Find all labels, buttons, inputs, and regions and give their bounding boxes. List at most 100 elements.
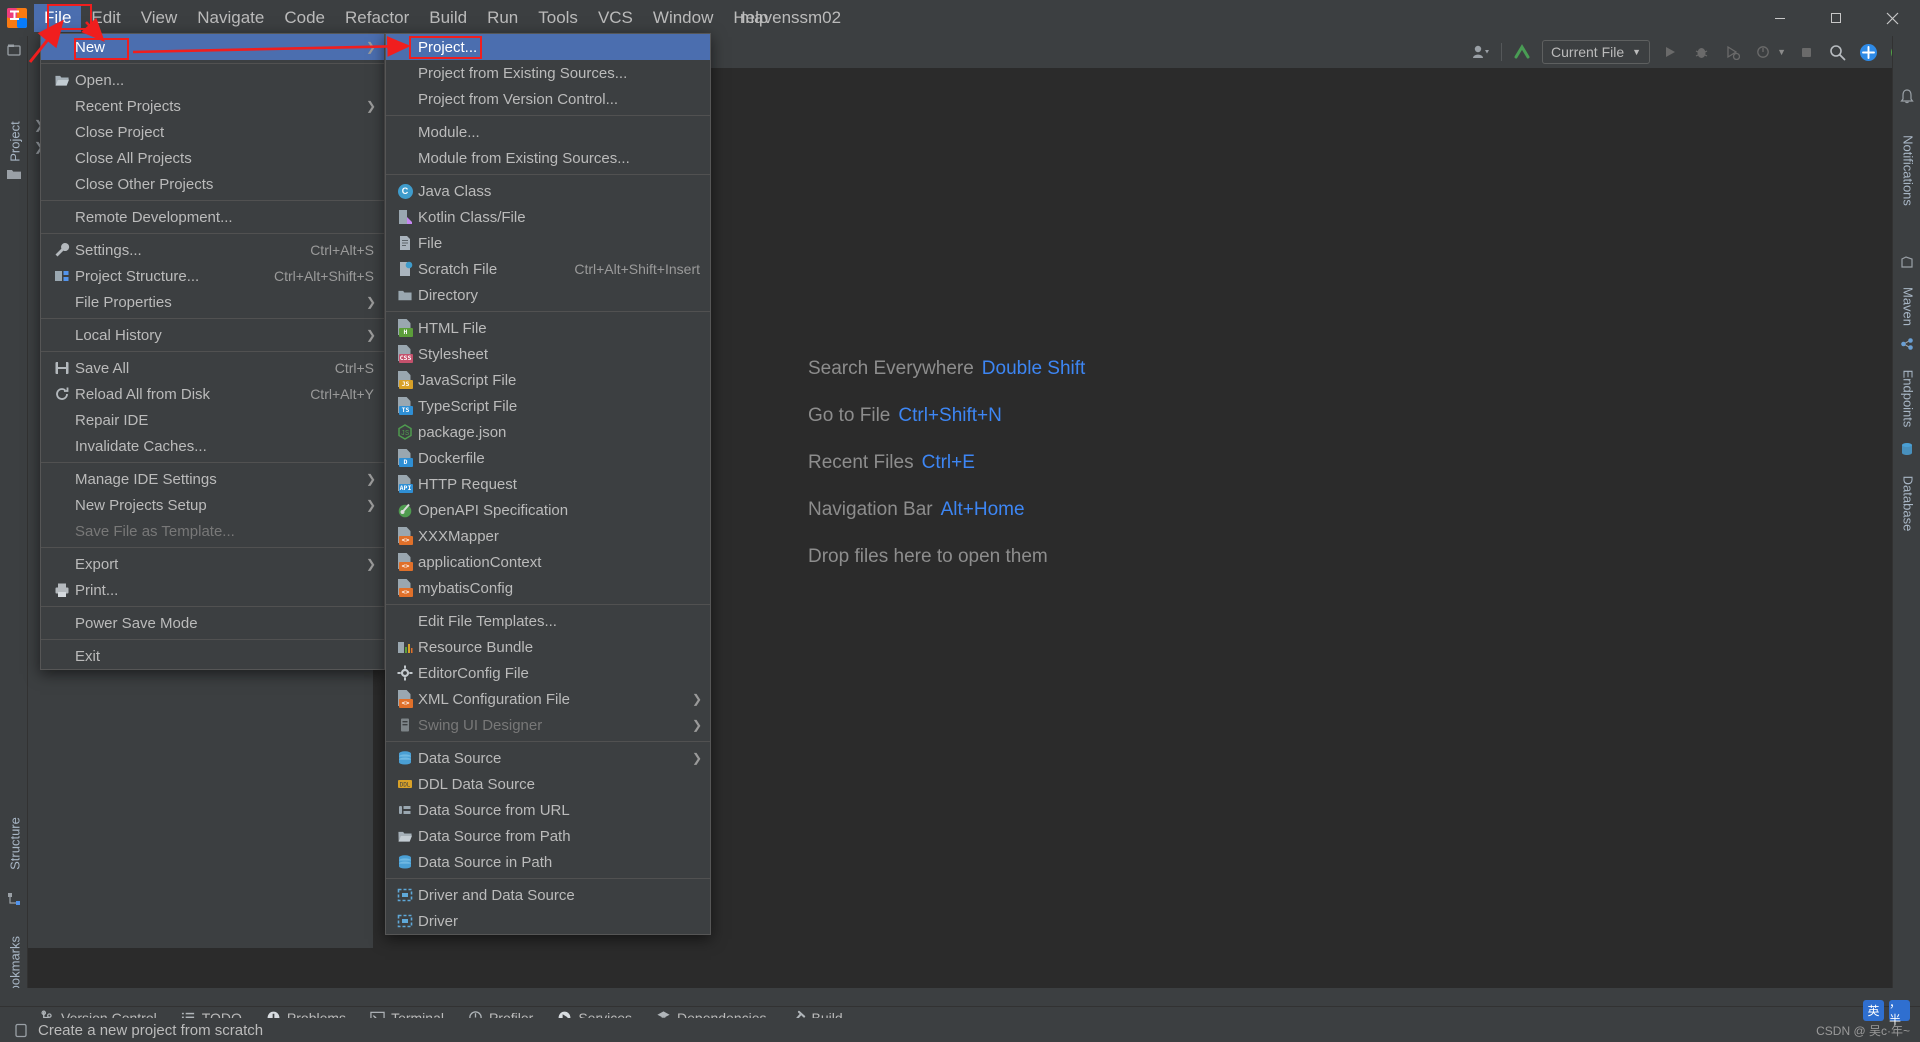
profiler-chevron-down-icon[interactable]: ▼ [1777,47,1786,57]
menubar-item-window[interactable]: Window [643,4,723,32]
run-configuration-selector[interactable]: Current File ▼ [1542,40,1651,64]
new-submenu-item-project-from-existing-sources[interactable]: Project from Existing Sources... [386,60,710,86]
new-submenu-item-dockerfile[interactable]: D Dockerfile [386,445,710,471]
file-menu-item-print[interactable]: Print... [41,577,384,603]
file-menu-item-export[interactable]: Export ❯ [41,551,384,577]
notifications-icon[interactable] [1899,88,1915,104]
window-controls[interactable] [1752,0,1920,36]
new-submenu-item-data-source[interactable]: Data Source ❯ [386,745,710,771]
new-submenu-item-mybatisconfig[interactable]: <> mybatisConfig [386,575,710,601]
new-submenu-item-kotlin-class-file[interactable]: Kotlin Class/File [386,204,710,230]
new-submenu-item-module-from-existing-sources[interactable]: Module from Existing Sources... [386,145,710,171]
menubar-item-file[interactable]: File [34,4,82,32]
file-menu-item-manage-ide-settings[interactable]: Manage IDE Settings ❯ [41,466,384,492]
file-menu-label: Power Save Mode [75,614,198,632]
menubar-item-view[interactable]: View [131,4,188,32]
structure-tool-icon[interactable] [6,891,22,907]
file-menu-item-open[interactable]: Open... [41,67,384,93]
new-submenu-item-module[interactable]: Module... [386,119,710,145]
menubar-item-vcs[interactable]: VCS [588,4,643,32]
editor-hint-row: Search Everywhere Double Shift [808,358,1085,380]
menubar-item-code[interactable]: Code [274,4,335,32]
new-submenu-item-data-source-from-url[interactable]: Data Source from URL [386,797,710,823]
new-submenu-item-http-request[interactable]: API HTTP Request [386,471,710,497]
new-submenu-label: Kotlin Class/File [418,208,526,226]
toolbar-right-group[interactable]: Current File ▼ ▼ [1470,36,1910,68]
new-submenu-item-data-source-in-path[interactable]: Data Source in Path [386,849,710,875]
new-submenu-item-ddl-data-source[interactable]: DDL DDL Data Source [386,771,710,797]
new-submenu-item-editorconfig-file[interactable]: EditorConfig File [386,660,710,686]
right-rail-label-endpoints[interactable]: Endpoints [1901,354,1916,444]
new-submenu-item-html-file[interactable]: H HTML File [386,315,710,341]
new-submenu-popup[interactable]: Project... Project from Existing Sources.… [385,33,711,935]
file-menu-item-reload-all-from-disk[interactable]: Reload All from Disk Ctrl+Alt+Y [41,381,384,407]
file-menu-item-exit[interactable]: Exit [41,643,384,669]
new-submenu-item-applicationcontext[interactable]: <> applicationContext [386,549,710,575]
new-submenu-item-file[interactable]: File [386,230,710,256]
new-submenu-item-data-source-from-path[interactable]: Data Source from Path [386,823,710,849]
file-menu-popup[interactable]: New ❯ Open... Recent Projects ❯ Close Project… [40,33,385,670]
file-menu-item-repair-ide[interactable]: Repair IDE [41,407,384,433]
ime-language-badge[interactable]: 英 [1863,1000,1884,1021]
profiler-icon[interactable] [1752,41,1774,63]
menu-bar[interactable]: File Edit View Navigate Code Refactor Build Run… [34,0,778,36]
right-rail-label-database[interactable]: Database [1901,459,1916,549]
new-submenu-item-xml-configuration-file[interactable]: <> XML Configuration File ❯ [386,686,710,712]
debug-icon[interactable] [1690,41,1712,63]
run-icon[interactable] [1659,41,1681,63]
left-rail-label-structure[interactable]: Structure [8,799,23,889]
menubar-item-run[interactable]: Run [477,4,528,32]
right-tool-rail[interactable]: Notifications Maven Endpoints Database [1892,36,1920,1006]
menubar-item-navigate[interactable]: Navigate [187,4,274,32]
close-button[interactable] [1864,0,1920,36]
user-account-icon[interactable] [1470,41,1492,63]
new-submenu-item-edit-file-templates[interactable]: Edit File Templates... [386,608,710,634]
new-submenu-item-resource-bundle[interactable]: Resource Bundle [386,634,710,660]
file-menu-item-close-all-projects[interactable]: Close All Projects [41,145,384,171]
new-submenu-item-project[interactable]: Project... [386,34,710,60]
ime-widget[interactable]: 英 ，半 [1863,996,1910,1027]
right-rail-label-notifications[interactable]: Notifications [1901,126,1916,216]
new-submenu-item-scratch-file[interactable]: Scratch File Ctrl+Alt+Shift+Insert [386,256,710,282]
new-submenu-label: applicationContext [418,553,542,571]
menubar-item-refactor[interactable]: Refactor [335,4,419,32]
ime-mode-badge[interactable]: ，半 [1889,996,1910,1027]
file-menu-item-new[interactable]: New ❯ [41,34,384,60]
ai-assistant-icon[interactable] [1857,41,1879,63]
stop-icon[interactable] [1795,41,1817,63]
left-tool-rail[interactable]: Project Structure Bookmarks [0,36,28,1006]
file-menu-item-invalidate-caches[interactable]: Invalidate Caches... [41,433,384,459]
menubar-item-tools[interactable]: Tools [528,4,588,32]
new-submenu-item-xxxmapper[interactable]: <> XXXMapper [386,523,710,549]
new-submenu-item-directory[interactable]: Directory [386,282,710,308]
new-submenu-item-driver[interactable]: Driver [386,908,710,934]
new-submenu-item-project-from-version-control[interactable]: Project from Version Control... [386,86,710,112]
run-with-coverage-icon[interactable] [1721,41,1743,63]
project-tool-icon[interactable] [6,42,22,58]
green-arrow-up-icon[interactable] [1511,41,1533,63]
file-menu-item-project-structure[interactable]: Project Structure... Ctrl+Alt+Shift+S [41,263,384,289]
file-menu-item-file-properties[interactable]: File Properties ❯ [41,289,384,315]
file-menu-item-close-project[interactable]: Close Project [41,119,384,145]
menubar-item-build[interactable]: Build [419,4,477,32]
menubar-item-edit[interactable]: Edit [81,4,130,32]
new-submenu-item-typescript-file[interactable]: TS TypeScript File [386,393,710,419]
file-menu-item-new-projects-setup[interactable]: New Projects Setup ❯ [41,492,384,518]
file-menu-item-close-other-projects[interactable]: Close Other Projects [41,171,384,197]
maximize-button[interactable] [1808,0,1864,36]
new-submenu-item-java-class[interactable]: C Java Class [386,178,710,204]
new-submenu-item-package-json[interactable]: JS package.json [386,419,710,445]
new-submenu-item-javascript-file[interactable]: JS JavaScript File [386,367,710,393]
file-menu-item-settings[interactable]: Settings... Ctrl+Alt+S [41,237,384,263]
file-menu-item-recent-projects[interactable]: Recent Projects ❯ [41,93,384,119]
search-everywhere-icon[interactable] [1826,41,1848,63]
new-submenu-item-driver-and-data-source[interactable]: Driver and Data Source [386,882,710,908]
new-submenu-item-openapi-specification[interactable]: OpenAPI Specification [386,497,710,523]
file-menu-item-local-history[interactable]: Local History ❯ [41,322,384,348]
new-submenu-label: Java Class [418,182,492,200]
file-menu-item-save-all[interactable]: Save All Ctrl+S [41,355,384,381]
file-menu-item-remote-development[interactable]: Remote Development... [41,204,384,230]
file-menu-item-power-save-mode[interactable]: Power Save Mode [41,610,384,636]
minimize-button[interactable] [1752,0,1808,36]
new-submenu-item-stylesheet[interactable]: CSS Stylesheet [386,341,710,367]
